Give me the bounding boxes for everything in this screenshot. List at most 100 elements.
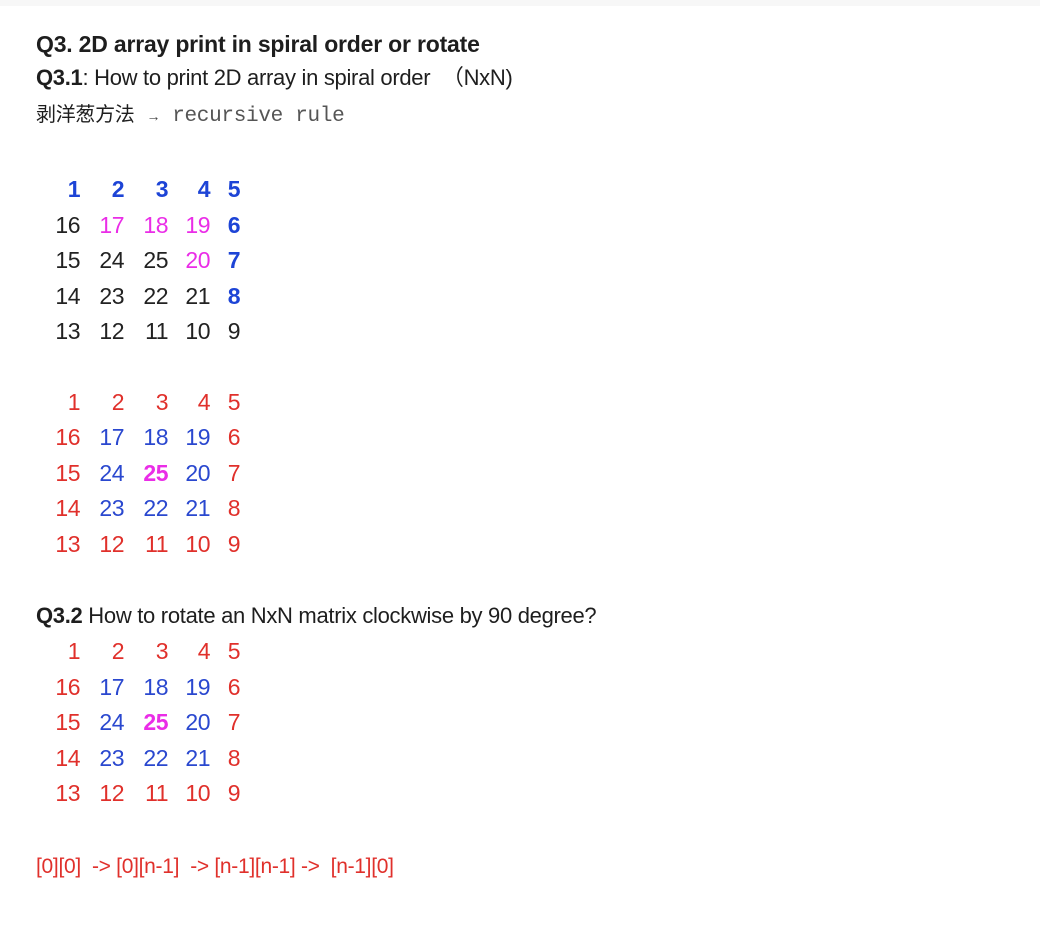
matrix-cell: 4	[197, 176, 211, 202]
matrix-cell: 18	[143, 211, 168, 238]
matrix-cell: 9	[227, 780, 241, 806]
matrix-cell: 22	[143, 282, 168, 309]
matrix-cell: 1	[67, 638, 81, 664]
matrix-cell: 7	[227, 459, 241, 486]
matrix-cell: 17	[99, 424, 124, 450]
matrix-cell: 5	[227, 388, 241, 415]
matrix-cell: 23	[99, 744, 124, 771]
matrix-cell: 2	[111, 388, 125, 415]
matrix-cell: 8	[227, 495, 241, 521]
matrix-cell: 23	[99, 282, 124, 309]
matrix-cell: 18	[143, 424, 168, 450]
matrix-cell: 15	[55, 247, 80, 273]
matrix-cell: 10	[185, 780, 210, 806]
matrix-row: 13 12 11 10 9	[36, 527, 1016, 563]
q31-line: Q3.1: How to print 2D array in spiral or…	[36, 60, 1016, 96]
q31-label: Q3.1	[36, 65, 83, 90]
matrix-cell: 25	[143, 709, 168, 735]
matrix-cell: 2	[111, 176, 125, 202]
matrix-row: 1 2 3 4 5	[36, 634, 1016, 670]
matrix-cell: 13	[55, 530, 80, 557]
matrix-cell: 18	[143, 673, 168, 700]
matrix-cell: 19	[185, 211, 210, 238]
matrix-cell: 16	[55, 211, 80, 238]
matrix-cell: 24	[99, 709, 124, 735]
matrix-cell: 12	[99, 318, 124, 344]
matrix-cell: 21	[185, 495, 210, 521]
rotation-formula: [0][0] -> [0][n-1] -> [n-1][n-1] -> [n-1…	[36, 854, 394, 878]
spiral-matrix-2: 1 2 3 4 5 16 17 18 19 6 15 24 25 20 7 14…	[36, 385, 1016, 563]
matrix-cell: 21	[185, 282, 210, 309]
matrix-cell: 2	[111, 638, 125, 664]
matrix-cell: 19	[185, 673, 210, 700]
q32-text: How to rotate an NxN matrix clockwise by…	[82, 603, 597, 628]
matrix-row: 13 12 11 10 9	[36, 776, 1016, 812]
matrix-row: 13 12 11 10 9	[36, 314, 1016, 350]
top-border	[0, 0, 1040, 6]
matrix-row: 15 24 25 20 7	[36, 456, 1016, 492]
matrix-cell: 6	[227, 673, 241, 700]
matrix-row: 14 23 22 21 8	[36, 491, 1016, 527]
matrix-cell: 25	[143, 247, 168, 273]
matrix-cell: 17	[99, 211, 124, 238]
matrix-row: 15 24 25 20 7	[36, 705, 1016, 741]
matrix-cell: 1	[67, 388, 81, 415]
matrix-cell: 7	[227, 247, 241, 273]
matrix-cell: 10	[185, 318, 210, 344]
matrix-cell: 22	[143, 495, 168, 521]
matrix-cell: 13	[55, 318, 80, 344]
matrix-cell: 3	[155, 176, 169, 202]
matrix-cell: 9	[227, 318, 241, 344]
matrix-cell: 14	[55, 495, 80, 521]
matrix-cell: 4	[197, 638, 211, 664]
spiral-matrix-1: 1 2 3 4 5 16 17 18 19 6 15 24 25 20 7 14…	[36, 172, 1016, 350]
matrix-cell: 19	[185, 424, 210, 450]
q32-line: Q3.2 How to rotate an NxN matrix clockwi…	[36, 598, 1016, 634]
matrix-cell: 25	[143, 459, 168, 486]
matrix-cell: 15	[55, 459, 80, 486]
matrix-row: 14 23 22 21 8	[36, 279, 1016, 315]
matrix-cell: 8	[227, 282, 241, 309]
matrix-cell: 4	[197, 388, 211, 415]
matrix-cell: 20	[185, 709, 210, 735]
matrix-cell: 16	[55, 424, 80, 450]
matrix-cell: 20	[185, 247, 210, 273]
matrix-cell: 24	[99, 247, 124, 273]
matrix-cell: 11	[145, 780, 168, 806]
matrix-row: 1 2 3 4 5	[36, 172, 1016, 208]
matrix-row: 16 17 18 19 6	[36, 420, 1016, 456]
matrix-row: 16 17 18 19 6	[36, 670, 1016, 706]
matrix-cell: 12	[99, 530, 124, 557]
matrix-cell: 22	[143, 744, 168, 771]
matrix-cell: 8	[227, 744, 241, 771]
matrix-cell: 1	[67, 176, 81, 202]
matrix-cell: 5	[227, 638, 241, 664]
matrix-cell: 20	[185, 459, 210, 486]
matrix-cell: 3	[155, 388, 169, 415]
matrix-row: 15 24 25 20 7	[36, 243, 1016, 279]
matrix-cell: 15	[55, 709, 80, 735]
matrix-row: 1 2 3 4 5	[36, 385, 1016, 421]
matrix-cell: 16	[55, 673, 80, 700]
section-title: Q3. 2D array print in spiral order or ro…	[36, 31, 480, 57]
matrix-cell: 3	[155, 638, 169, 664]
matrix-cell: 6	[227, 211, 241, 238]
matrix-row: 14 23 22 21 8	[36, 741, 1016, 777]
matrix-cell: 24	[99, 459, 124, 486]
matrix-cell: 7	[227, 709, 241, 735]
approach-cn-text: 剥洋葱方法	[36, 102, 135, 126]
matrix-cell: 10	[185, 530, 210, 557]
q31-text: : How to print 2D array in spiral order …	[82, 65, 513, 90]
rotate-matrix: 1 2 3 4 5 16 17 18 19 6 15 24 25 20 7 14…	[36, 634, 1016, 812]
q32-label: Q3.2	[36, 603, 83, 628]
matrix-cell: 14	[55, 744, 80, 771]
matrix-cell: 14	[55, 282, 80, 309]
approach-line: 剥洋葱方法 → recursive rule	[36, 96, 1016, 132]
matrix-cell: 9	[227, 530, 241, 557]
matrix-cell: 5	[227, 176, 241, 202]
approach-code: recursive rule	[172, 105, 345, 128]
matrix-cell: 23	[99, 495, 124, 521]
